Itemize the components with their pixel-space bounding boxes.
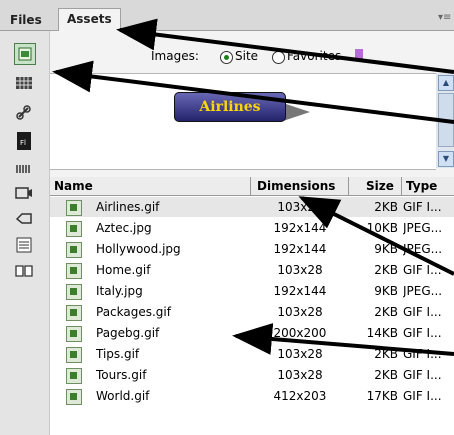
file-type: GIF I... [403,347,442,361]
file-size: 17KB [366,389,398,403]
file-type: GIF I... [403,326,442,340]
assets-panel: Files Assets ▾≡ Fl Images: Site Favorite… [0,0,454,435]
file-name: Hollywood.jpg [96,242,181,256]
images-label: Images: [151,49,199,63]
table-row[interactable]: Home.gif 103x28 2KB GIF I... [50,260,454,280]
file-size: 2KB [374,347,398,361]
tab-files[interactable]: Files [2,10,50,30]
file-name: Packages.gif [96,305,171,319]
table-row[interactable]: Hollywood.jpg 192x144 9KB JPEG... [50,239,454,259]
tab-assets[interactable]: Assets [58,8,121,32]
file-name: Pagebg.gif [96,326,160,340]
file-dimensions: 103x28 [277,305,323,319]
table-row[interactable]: World.gif 412x203 17KB GIF I... [50,386,454,406]
column-type[interactable]: Type [406,179,437,193]
file-name: Airlines.gif [96,200,160,214]
asset-list: Name Dimensions Size Type Airlines.gif 1… [50,177,454,435]
image-icon[interactable] [14,43,36,65]
file-dimensions: 192x144 [273,221,327,235]
image-file-icon [66,368,82,384]
image-file-icon [66,221,82,237]
panel-options-icon[interactable]: ▾≡ [438,12,452,24]
script-icon[interactable] [14,209,34,229]
file-type: GIF I... [403,368,442,382]
column-divider[interactable] [250,177,251,195]
table-row[interactable]: Tours.gif 103x28 2KB GIF I... [50,365,454,385]
image-file-icon [66,347,82,363]
column-dimensions[interactable]: Dimensions [257,179,335,193]
file-size: 2KB [374,305,398,319]
file-size: 10KB [366,221,398,235]
column-divider[interactable] [348,177,349,195]
favorites-radio-label: Favorites [287,49,342,63]
image-file-icon [66,242,82,258]
image-file-icon [66,305,82,321]
scroll-down-icon[interactable]: ▼ [438,151,454,167]
preview-scrollbar[interactable]: ▲ ▼ [436,73,454,168]
column-name[interactable]: Name [54,179,93,193]
file-dimensions: 103x28 [277,263,323,277]
file-name: Italy.jpg [96,284,143,298]
file-type: GIF I... [403,389,442,403]
flash-icon-text: Fl [20,139,26,147]
column-divider[interactable] [401,177,402,195]
table-row[interactable]: Tips.gif 103x28 2KB GIF I... [50,344,454,364]
file-dimensions: 192x144 [273,242,327,256]
file-dimensions: 103x28 [277,347,323,361]
file-size: 9KB [374,284,398,298]
file-size: 2KB [374,200,398,214]
table-row[interactable]: Pagebg.gif 200x200 14KB GIF I... [50,323,454,343]
image-file-icon [66,284,82,300]
favorites-radio[interactable] [272,51,285,64]
file-dimensions: 192x144 [273,284,327,298]
file-name: Aztec.jpg [96,221,152,235]
color-swatch-icon[interactable] [14,73,34,93]
panel-tab-bar: Files Assets ▾≡ [0,0,454,32]
file-name: World.gif [96,389,150,403]
file-size: 14KB [366,326,398,340]
flash-icon[interactable]: Fl [14,131,34,151]
file-dimensions: 200x200 [273,326,327,340]
file-size: 2KB [374,263,398,277]
library-icon[interactable] [14,261,34,281]
favorites-flag-icon [355,49,363,59]
image-file-icon [66,389,82,405]
scroll-up-icon[interactable]: ▲ [438,75,454,91]
table-row[interactable]: Packages.gif 103x28 2KB GIF I... [50,302,454,322]
file-dimensions: 103x28 [277,200,323,214]
asset-category-toolbar: Fl [0,31,50,435]
file-name: Home.gif [96,263,151,277]
shockwave-icon[interactable] [14,159,34,179]
file-type: JPEG... [403,242,443,256]
image-file-icon [66,326,82,342]
image-preview: Airlines [50,73,436,170]
file-size: 9KB [374,242,398,256]
file-type: GIF I... [403,305,442,319]
table-row[interactable]: Aztec.jpg 192x144 10KB JPEG... [50,218,454,238]
column-size[interactable]: Size [366,179,394,193]
list-header: Name Dimensions Size Type [50,177,454,196]
file-name: Tips.gif [96,347,140,361]
file-dimensions: 412x203 [273,389,327,403]
image-file-icon [66,263,82,279]
site-radio-label: Site [235,49,259,63]
file-type: GIF I... [403,200,442,214]
file-type: GIF I... [403,263,442,277]
airlines-preview-image: Airlines [174,92,286,122]
movie-icon[interactable] [14,183,34,203]
table-row[interactable]: Airlines.gif 103x28 2KB GIF I... [50,197,454,217]
file-type: JPEG... [403,221,443,235]
link-icon[interactable] [14,103,34,123]
template-icon[interactable] [14,235,34,255]
file-dimensions: 103x28 [277,368,323,382]
asset-filter-row: Images: Site Favorites [50,45,454,65]
file-type: JPEG... [403,284,443,298]
scroll-thumb[interactable] [438,93,454,147]
table-row[interactable]: Italy.jpg 192x144 9KB JPEG... [50,281,454,301]
image-file-icon [66,200,82,216]
file-size: 2KB [374,368,398,382]
site-radio[interactable] [220,51,233,64]
assets-content: Images: Site Favorites Airlines ▲ ▼ Name… [50,31,454,435]
file-name: Tours.gif [96,368,147,382]
